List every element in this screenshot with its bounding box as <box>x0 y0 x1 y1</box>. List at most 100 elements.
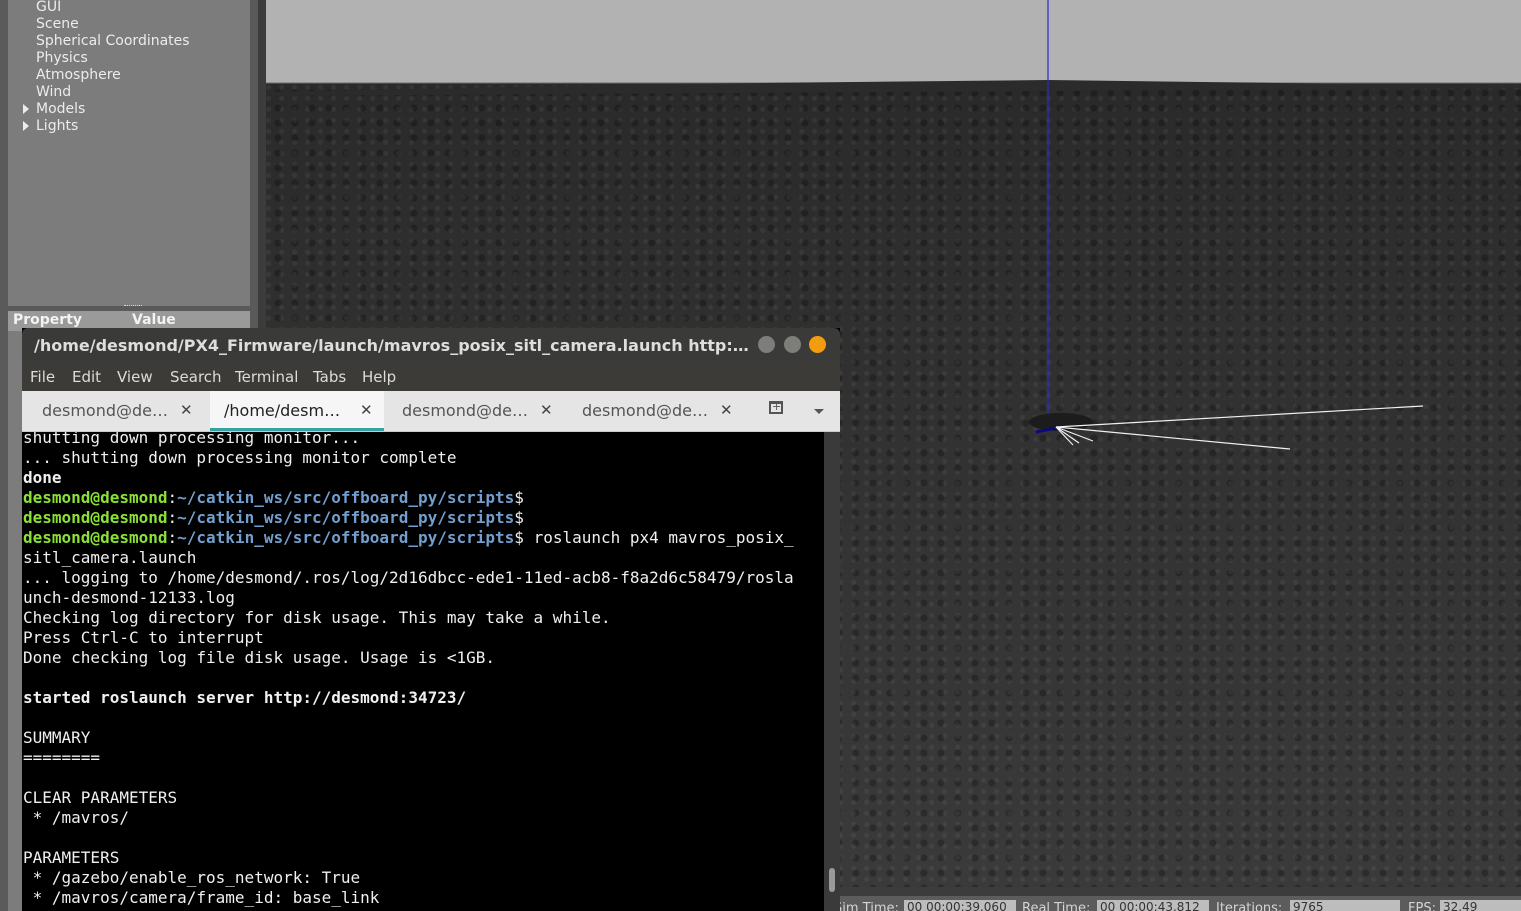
prompt-symbol: $ <box>514 488 524 507</box>
line-text: * /mavros/camera/frame_id: base_link <box>23 888 380 907</box>
terminal-line: ... logging to /home/desmond/.ros/log/2d… <box>23 568 794 588</box>
real-time-value: 00 00:00:43.812 <box>1097 900 1209 911</box>
fps-value: 32.49 <box>1440 900 1521 911</box>
tab-close-icon[interactable]: ✕ <box>360 401 373 419</box>
terminal-title-bar[interactable]: /home/desmond/PX4_Firmware/launch/mavros… <box>22 328 840 361</box>
terminal-line: ======== <box>23 748 794 768</box>
line-text: done <box>23 468 62 487</box>
terminal-line: desmond@desmond:~/catkin_ws/src/offboard… <box>23 488 794 508</box>
menu-search[interactable]: Search <box>170 368 222 386</box>
tree-item-lights[interactable]: Lights <box>36 118 78 135</box>
terminal-line: * /mavros/camera/frame_id: base_link <box>23 888 794 908</box>
tree-item-gui[interactable]: GUI <box>36 0 61 16</box>
panel-splitter-handle[interactable] <box>124 305 142 310</box>
line-text: SUMMARY <box>23 728 91 747</box>
sim-time-value: 00 00:00:39.060 <box>904 900 1016 911</box>
maximize-button[interactable] <box>784 336 801 353</box>
tree-item-wind[interactable]: Wind <box>36 84 71 101</box>
scrollbar[interactable] <box>824 432 840 911</box>
tab-label: desmond@desmond: ~ <box>402 401 530 420</box>
camera-ray <box>1055 426 1291 450</box>
terminal-line: CLEAR PARAMETERS <box>23 788 794 808</box>
prompt-path: ~/catkin_ws/src/offboard_py/scripts <box>177 528 515 547</box>
terminal-window: /home/desmond/PX4_Firmware/launch/mavros… <box>22 328 840 911</box>
terminal-line: ... shutting down processing monitor com… <box>23 448 794 468</box>
tab-label: /home/desmond/PX4_Firmware/launch/mavros… <box>224 401 348 420</box>
tab-label: desmond@desmond: ~ <box>582 401 710 420</box>
tab-4[interactable]: desmond@desmond: ~ ✕ <box>562 391 740 431</box>
prompt-command: roslaunch px4 mavros_posix_ <box>523 528 794 547</box>
tab-2-active[interactable]: /home/desmond/PX4_Firmware/launch/mavros… <box>210 391 384 431</box>
terminal-output[interactable]: shutting down processing monitor...... s… <box>22 432 824 911</box>
prompt-separator: : <box>167 488 178 507</box>
menu-edit[interactable]: Edit <box>72 368 101 386</box>
chevron-down-icon[interactable] <box>814 409 824 414</box>
window-title: /home/desmond/PX4_Firmware/launch/mavros… <box>34 336 754 355</box>
tab-3[interactable]: desmond@desmond: ~ ✕ <box>384 391 562 431</box>
prompt-user: desmond@desmond <box>23 488 168 507</box>
menu-view[interactable]: View <box>117 368 153 386</box>
gazebo-status-bar: Sim Time: 00 00:00:39.060 Real Time: 00 … <box>826 896 1521 911</box>
prompt-separator: : <box>167 528 178 547</box>
horizon-band <box>266 80 1521 96</box>
tree-item-models[interactable]: Models <box>36 101 85 118</box>
terminal-line: Press Ctrl-C to interrupt <box>23 628 794 648</box>
property-column-header: Property <box>13 312 83 328</box>
minimize-button[interactable] <box>758 336 775 353</box>
value-column-header: Value <box>132 312 176 328</box>
expand-arrow-icon[interactable] <box>23 104 29 114</box>
tab-1[interactable]: desmond@desmond: ~/catkin_ws/src/offboar… <box>22 391 209 431</box>
tab-close-icon[interactable]: ✕ <box>540 401 553 419</box>
camera-ray <box>1055 405 1424 428</box>
line-text: Press Ctrl-C to interrupt <box>23 628 264 647</box>
terminal-line: desmond@desmond:~/catkin_ws/src/offboard… <box>23 508 794 528</box>
line-text: * /mavros/ <box>23 808 129 827</box>
world-tree: GUI Scene Spherical Coordinates Physics … <box>8 0 250 306</box>
terminal-line: desmond@desmond:~/catkin_ws/src/offboard… <box>23 528 794 548</box>
tab-bar: desmond@desmond: ~/catkin_ws/src/offboar… <box>22 391 840 432</box>
real-time-label: Real Time: <box>1022 901 1091 911</box>
tab-close-icon[interactable]: ✕ <box>180 401 193 419</box>
tree-item-spherical-coordinates[interactable]: Spherical Coordinates <box>36 33 190 50</box>
prompt-user: desmond@desmond <box>23 508 168 527</box>
tree-item-physics[interactable]: Physics <box>36 50 88 67</box>
prompt-separator: : <box>167 508 178 527</box>
line-text: ... shutting down processing monitor com… <box>23 448 457 467</box>
line-text: * /gazebo/enable_ros_network: True <box>23 868 361 887</box>
tab-close-icon[interactable]: ✕ <box>720 401 733 419</box>
terminal-line: done <box>23 468 794 488</box>
new-tab-icon[interactable] <box>769 400 783 414</box>
menu-tabs[interactable]: Tabs <box>313 368 346 386</box>
line-text: sitl_camera.launch <box>23 548 197 567</box>
expand-arrow-icon[interactable] <box>23 121 29 131</box>
terminal-line: Done checking log file disk usage. Usage… <box>23 648 794 668</box>
tree-item-atmosphere[interactable]: Atmosphere <box>36 67 121 84</box>
prompt-symbol: $ <box>514 528 524 547</box>
terminal-line: SUMMARY <box>23 728 794 748</box>
line-text: shutting down processing monitor... <box>23 432 361 447</box>
line-text: ======== <box>23 748 101 767</box>
tree-item-scene[interactable]: Scene <box>36 16 79 33</box>
line-text: Checking log directory for disk usage. T… <box>23 608 611 627</box>
tab-label: desmond@desmond: ~/catkin_ws/src/offboar… <box>42 401 170 420</box>
terminal-line: * /mavros/ <box>23 808 794 828</box>
close-button[interactable] <box>809 336 826 353</box>
line-text: Done checking log file disk usage. Usage… <box>23 648 496 667</box>
sim-time-label: Sim Time: <box>834 901 899 911</box>
scrollbar-thumb[interactable] <box>829 868 835 892</box>
terminal-line: started roslaunch server http://desmond:… <box>23 688 794 708</box>
menu-terminal[interactable]: Terminal <box>235 368 298 386</box>
terminal-line: sitl_camera.launch <box>23 548 794 568</box>
terminal-line: * /gazebo/enable_ros_network: True <box>23 868 794 888</box>
prompt-path: ~/catkin_ws/src/offboard_py/scripts <box>177 508 515 527</box>
fps-label: FPS: <box>1408 901 1436 911</box>
line-text: ... logging to /home/desmond/.ros/log/2d… <box>23 568 794 587</box>
line-text: unch-desmond-12133.log <box>23 588 235 607</box>
line-text: PARAMETERS <box>23 848 120 867</box>
menu-file[interactable]: File <box>30 368 55 386</box>
menu-help[interactable]: Help <box>362 368 396 386</box>
